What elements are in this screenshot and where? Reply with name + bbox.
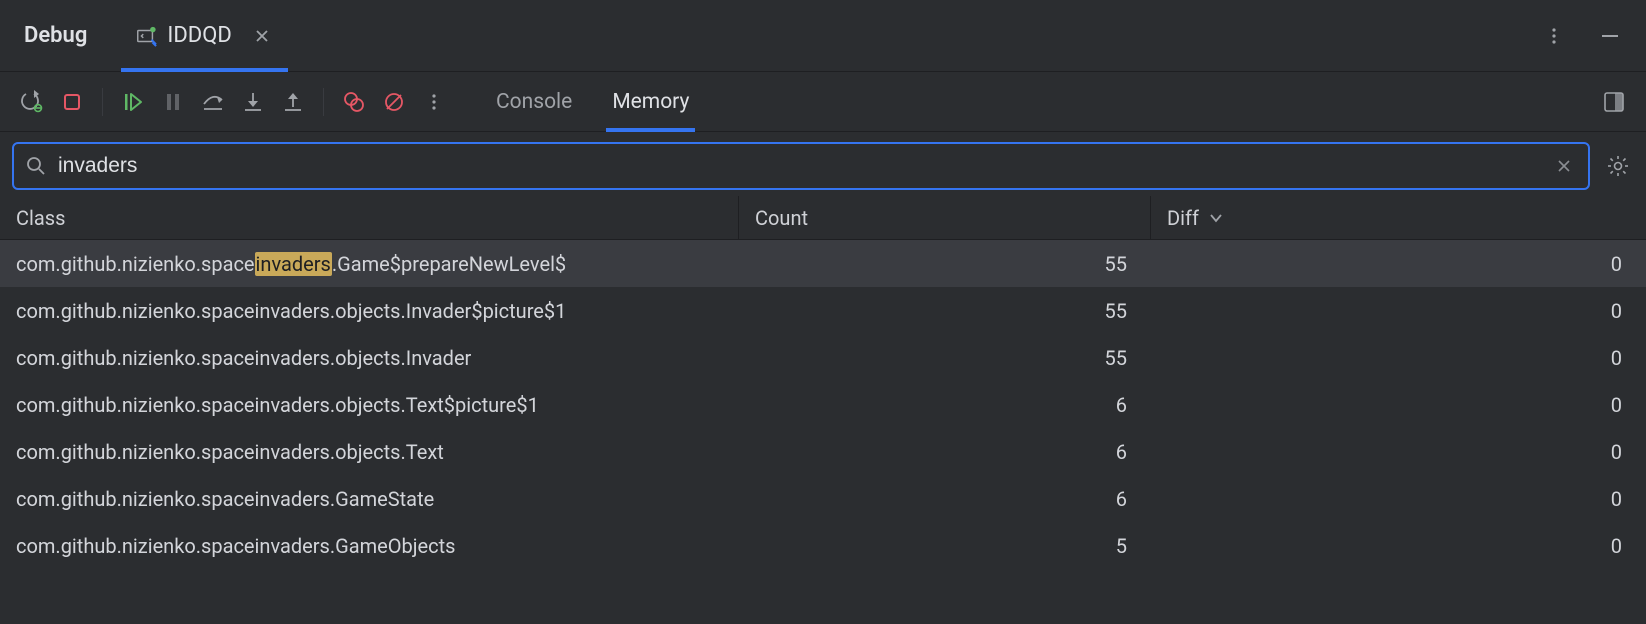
tab-memory[interactable]: Memory <box>610 72 691 131</box>
minimize-icon[interactable] <box>1596 22 1624 50</box>
memory-table-body: com.github.nizienko.spaceinvaders.Game$p… <box>0 240 1646 624</box>
more-vert-icon[interactable] <box>1540 22 1568 50</box>
class-name-cell: com.github.nizienko.spaceinvaders.GameSt… <box>0 487 739 511</box>
count-cell: 55 <box>739 346 1151 370</box>
tab-console[interactable]: Console <box>494 72 574 131</box>
column-header-class[interactable]: Class <box>0 196 739 239</box>
table-row[interactable]: com.github.nizienko.spaceinvaders.object… <box>0 428 1646 475</box>
debug-toolbar: Console Memory <box>0 72 1646 132</box>
step-into-button[interactable] <box>237 86 269 118</box>
memory-table-header: Class Count Diff <box>0 196 1646 240</box>
class-filter-input[interactable] <box>58 154 1540 178</box>
step-out-button[interactable] <box>277 86 309 118</box>
layout-settings-button[interactable] <box>1598 86 1630 118</box>
view-breakpoints-button[interactable] <box>338 86 370 118</box>
class-name-cell: com.github.nizienko.spaceinvaders.object… <box>0 440 739 464</box>
toolbar-separator <box>102 88 103 116</box>
close-tab-button[interactable] <box>250 24 274 48</box>
clear-search-button[interactable] <box>1552 154 1576 178</box>
resume-button[interactable] <box>117 86 149 118</box>
tab-underline <box>606 128 695 132</box>
tab-underline <box>121 68 287 72</box>
rerun-button[interactable] <box>16 86 48 118</box>
class-name-cell: com.github.nizienko.spaceinvaders.object… <box>0 393 739 417</box>
diff-cell: 0 <box>1151 252 1646 276</box>
table-row[interactable]: com.github.nizienko.spaceinvaders.object… <box>0 287 1646 334</box>
class-name-cell: com.github.nizienko.spaceinvaders.object… <box>0 299 739 323</box>
chevron-down-icon <box>1209 211 1223 225</box>
column-header-diff[interactable]: Diff <box>1151 196 1646 239</box>
run-config-label: IDDQD <box>167 23 231 48</box>
diff-cell: 0 <box>1151 534 1646 558</box>
run-config-tab[interactable]: IDDQD <box>127 0 281 71</box>
memory-search-row <box>0 132 1646 196</box>
count-cell: 5 <box>739 534 1151 558</box>
step-over-button[interactable] <box>197 86 229 118</box>
count-cell: 6 <box>739 440 1151 464</box>
search-icon <box>26 156 46 176</box>
mute-breakpoints-button[interactable] <box>378 86 410 118</box>
debug-tool-header: Debug IDDQD <box>0 0 1646 72</box>
diff-cell: 0 <box>1151 346 1646 370</box>
class-name-cell: com.github.nizienko.spaceinvaders.object… <box>0 346 739 370</box>
count-cell: 55 <box>739 299 1151 323</box>
stop-button[interactable] <box>56 86 88 118</box>
table-row[interactable]: com.github.nizienko.spaceinvaders.Game$p… <box>0 240 1646 287</box>
class-filter-input-box[interactable] <box>12 142 1590 190</box>
table-row[interactable]: com.github.nizienko.spaceinvaders.GameOb… <box>0 522 1646 569</box>
more-actions-button[interactable] <box>418 86 450 118</box>
diff-cell: 0 <box>1151 299 1646 323</box>
column-header-count[interactable]: Count <box>739 196 1151 239</box>
class-name-cell: com.github.nizienko.spaceinvaders.GameOb… <box>0 534 739 558</box>
table-row[interactable]: com.github.nizienko.spaceinvaders.object… <box>0 334 1646 381</box>
pause-button[interactable] <box>157 86 189 118</box>
diff-cell: 0 <box>1151 487 1646 511</box>
count-cell: 6 <box>739 393 1151 417</box>
memory-settings-button[interactable] <box>1602 150 1634 182</box>
diff-cell: 0 <box>1151 393 1646 417</box>
class-name-cell: com.github.nizienko.spaceinvaders.Game$p… <box>0 252 739 276</box>
tool-window-title: Debug <box>24 23 87 48</box>
application-icon <box>135 25 157 47</box>
toolbar-separator <box>323 88 324 116</box>
count-cell: 55 <box>739 252 1151 276</box>
count-cell: 6 <box>739 487 1151 511</box>
table-row[interactable]: com.github.nizienko.spaceinvaders.GameSt… <box>0 475 1646 522</box>
table-row[interactable]: com.github.nizienko.spaceinvaders.object… <box>0 381 1646 428</box>
diff-cell: 0 <box>1151 440 1646 464</box>
